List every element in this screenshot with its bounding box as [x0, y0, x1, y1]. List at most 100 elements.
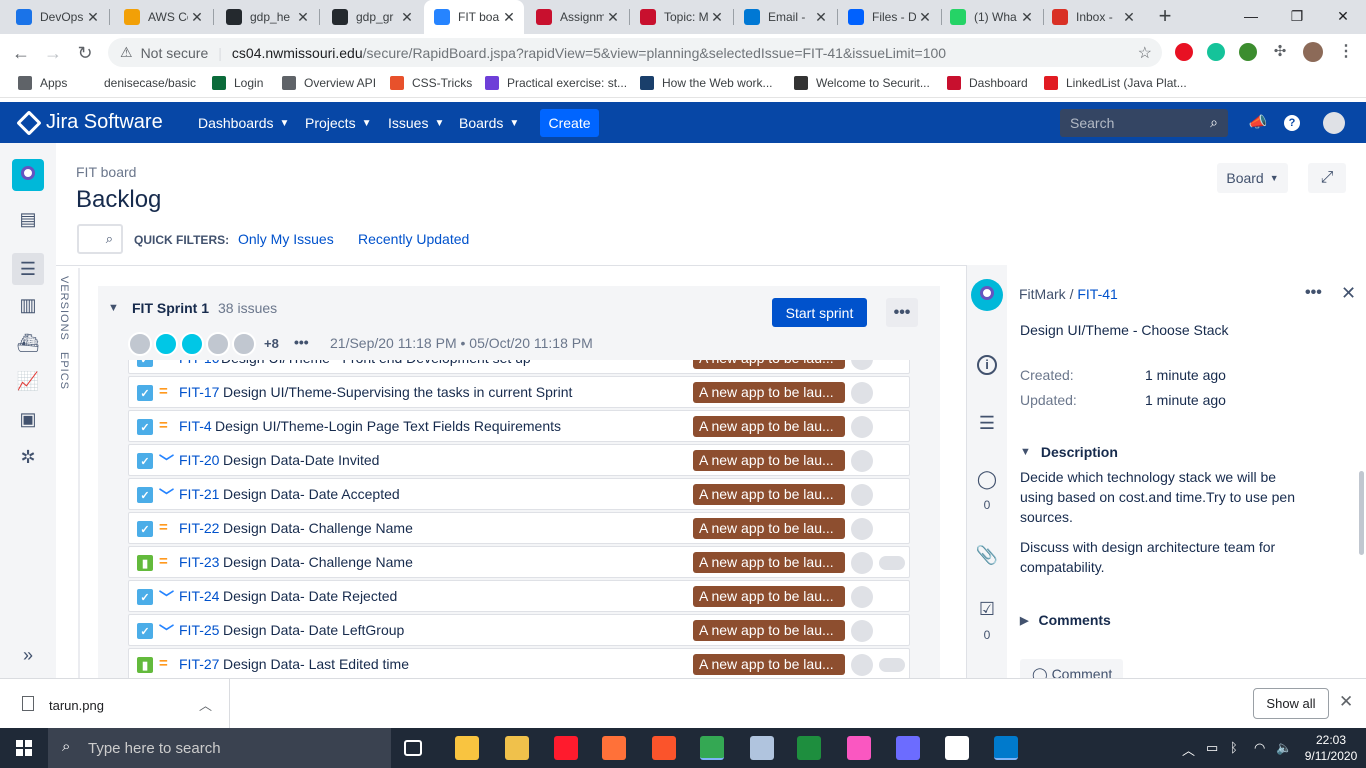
components-icon[interactable]: ✲ [16, 445, 40, 469]
jira-search-input[interactable]: Search ⌕ [1060, 109, 1228, 137]
board-dropdown-button[interactable]: Board ▼ [1217, 163, 1288, 193]
notepad-icon[interactable] [945, 736, 969, 760]
jira-logo[interactable]: Jira Software [16, 109, 163, 136]
epic-label[interactable]: A new app to be lau... [693, 450, 845, 471]
issue-key[interactable]: FIT-4 [179, 418, 212, 434]
epic-label[interactable]: A new app to be lau... [693, 360, 845, 369]
issue-row[interactable]: ✓ = FIT-16Design UI/Theme - Front end Deve… [128, 360, 910, 374]
assignee-avatar[interactable] [851, 450, 873, 472]
sprint-member-avatar[interactable] [154, 332, 178, 356]
bookmark-item[interactable]: CSS-Tricks [390, 76, 472, 90]
assignee-avatar[interactable] [851, 654, 873, 676]
detail-issue-key[interactable]: FIT-41 [1077, 286, 1117, 302]
start-sprint-button[interactable]: Start sprint [772, 298, 867, 327]
task-view-icon[interactable] [404, 740, 422, 756]
filter-search-input[interactable]: ⌕ [77, 224, 123, 254]
description-lines-icon[interactable]: ☰ [975, 411, 999, 435]
notifications-icon[interactable]: 📣 [1248, 113, 1268, 133]
bookmark-item[interactable]: LinkedList (Java Plat... [1044, 76, 1187, 90]
bookmark-item[interactable]: Dashboard [947, 76, 1028, 90]
browser-tab[interactable]: DevOps ✕ [6, 0, 108, 34]
reload-icon[interactable]: ↻ [72, 40, 98, 66]
close-tab-icon[interactable]: ✕ [812, 9, 830, 26]
start-button[interactable] [0, 728, 48, 768]
nav-boards[interactable]: Boards ▼ [459, 115, 519, 131]
browser-tab[interactable]: Assignm ✕ [526, 0, 628, 34]
sprint-name[interactable]: FIT Sprint 1 [132, 300, 209, 316]
chevron-up-icon[interactable]: ︿ [199, 695, 212, 714]
opera-extension-icon[interactable] [1175, 43, 1193, 61]
bookmark-item[interactable]: Overview API [282, 76, 376, 90]
extensions-puzzle-icon[interactable]: ✣ [1271, 43, 1289, 61]
back-icon[interactable]: ← [8, 40, 34, 66]
bookmark-item[interactable]: How the Web work... [640, 76, 772, 90]
close-tab-icon[interactable]: ✕ [188, 9, 206, 26]
backlog-icon[interactable]: ☰ [12, 253, 44, 285]
vscode-icon[interactable] [994, 736, 1018, 760]
assignee-avatar[interactable] [851, 484, 873, 506]
epic-label[interactable]: A new app to be lau... [693, 518, 845, 539]
collapse-sprint-icon[interactable]: ▼ [108, 302, 119, 314]
issue-row[interactable]: ✓ = FIT-22 Design Data- Challenge Name A new… [128, 512, 910, 544]
close-tab-icon[interactable]: ✕ [1120, 9, 1138, 26]
close-tab-icon[interactable]: ✕ [398, 9, 416, 26]
issue-row[interactable]: ✓ = FIT-17 Design UI/Theme-Supervising the … [128, 376, 910, 408]
comment-button[interactable]: ◯ Comment [1020, 659, 1123, 678]
bookmark-item[interactable]: Practical exercise: st... [485, 76, 627, 90]
detail-scrollbar[interactable] [1359, 471, 1364, 555]
issue-row[interactable]: ▮ = FIT-23 Design Data- Challenge Name A new… [128, 546, 910, 578]
roadmap-icon[interactable]: ▤ [16, 207, 40, 231]
create-button[interactable]: Create [540, 109, 599, 137]
issue-row[interactable]: ✓ = FIT-4 Design UI/Theme-Login Page Text F… [128, 410, 910, 442]
battery-icon[interactable]: ▭ [1206, 740, 1218, 756]
browser-tab[interactable]: FIT boa ✕ [424, 0, 524, 34]
issue-row[interactable]: ▮ = FIT-27 Design Data- Last Edited time A n… [128, 648, 910, 678]
comment-icon[interactable]: ◯ [975, 467, 999, 491]
issue-key[interactable]: FIT-23 [179, 554, 219, 570]
assignee-avatar[interactable] [851, 518, 873, 540]
epic-label[interactable]: A new app to be lau... [693, 416, 845, 437]
issue-row[interactable]: ✓ ﹀ FIT-21 Design Data- Date Accepted A new … [128, 478, 910, 510]
project-avatar[interactable] [12, 159, 44, 191]
virtualbox-icon[interactable] [750, 736, 774, 760]
user-avatar[interactable] [1323, 112, 1345, 134]
assignee-avatar[interactable] [851, 360, 873, 370]
bookmark-item[interactable]: Welcome to Securit... [794, 76, 930, 90]
info-icon[interactable]: i [977, 355, 997, 375]
releases-icon[interactable]: ⛴ [16, 331, 40, 355]
browser-tab[interactable]: (1) Wha ✕ [940, 0, 1042, 34]
sprint-member-avatar[interactable] [128, 332, 152, 356]
issue-row[interactable]: ✓ ﹀ FIT-20 Design Data-Date Invited A new ap… [128, 444, 910, 476]
bookmark-item[interactable]: Apps [18, 76, 67, 90]
chrome-icon[interactable] [700, 736, 724, 760]
browser-tab[interactable]: gdp_he ✕ [216, 0, 318, 34]
assignee-avatar[interactable] [851, 620, 873, 642]
close-tab-icon[interactable]: ✕ [84, 9, 102, 26]
checklist-icon[interactable]: ☑ [975, 597, 999, 621]
wifi-icon[interactable]: ◠ [1254, 740, 1265, 756]
sprint-member-avatar[interactable] [206, 332, 230, 356]
estimate-badge[interactable] [879, 658, 905, 672]
show-all-button[interactable]: Show all [1253, 688, 1329, 719]
volume-icon[interactable]: 🔈 [1276, 740, 1292, 756]
browser-menu-icon[interactable]: ⋮ [1337, 43, 1355, 61]
board-icon[interactable]: ▥ [16, 293, 40, 317]
profile-avatar[interactable] [1303, 42, 1323, 62]
bookmark-star-icon[interactable]: ☆ [1138, 43, 1152, 63]
comments-toggle[interactable]: ▶ Comments [1020, 612, 1111, 628]
grammarly-extension-icon[interactable] [1207, 43, 1225, 61]
sprint-more-icon[interactable]: ••• [886, 298, 918, 327]
browser-tab[interactable]: Email - ✕ [734, 0, 836, 34]
itunes-icon[interactable] [847, 736, 871, 760]
filter-only-my-issues[interactable]: Only My Issues [238, 231, 334, 247]
taskbar-clock[interactable]: 22:03 9/11/2020 [1300, 732, 1362, 764]
attachment-icon[interactable]: 📎 [975, 543, 999, 567]
forward-icon[interactable]: → [40, 40, 66, 66]
firefox-icon[interactable] [602, 736, 626, 760]
issue-key[interactable]: FIT-25 [179, 622, 219, 638]
globe-extension-icon[interactable] [1239, 43, 1257, 61]
breadcrumb[interactable]: FIT board [76, 164, 136, 180]
epic-label[interactable]: A new app to be lau... [693, 654, 845, 675]
close-icon[interactable]: ✕ [1341, 283, 1356, 304]
issue-key[interactable]: FIT-17 [179, 384, 219, 400]
